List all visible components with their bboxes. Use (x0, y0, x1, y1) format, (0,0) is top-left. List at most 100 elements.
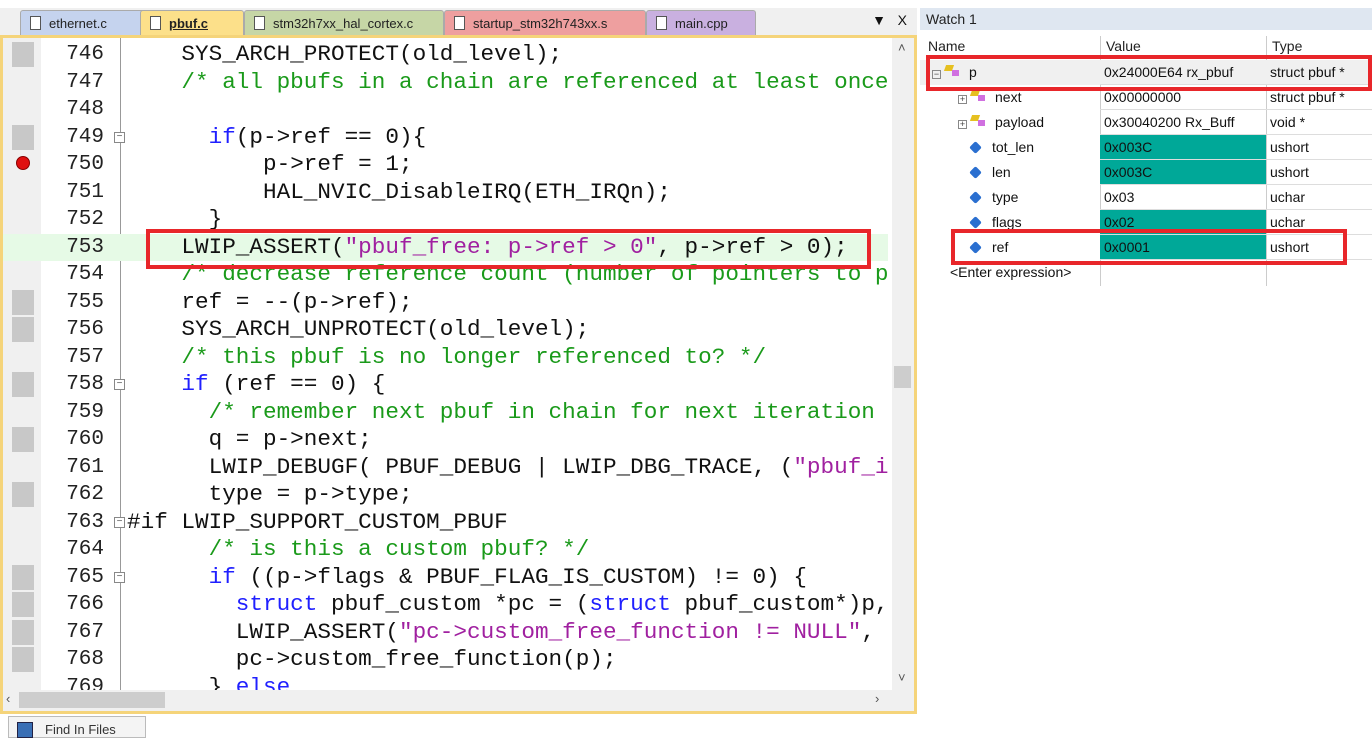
code-line[interactable]: 761 LWIP_DEBUGF( PBUF_DEBUG | LWIP_DBG_T… (3, 454, 888, 482)
line-number: 756 (66, 318, 104, 341)
code-text: /* remember next pbuf in chain for next … (127, 399, 875, 427)
watch-row-len[interactable]: len 0x003C ushort (920, 160, 1372, 185)
tab-ethernet-c[interactable]: ethernet.c (20, 10, 148, 35)
tab-stm32h7xx-hal-cortex-c[interactable]: stm32h7xx_hal_cortex.c (244, 10, 444, 35)
code-token: (ref == 0) { (208, 372, 386, 397)
watch-panel: Watch 1 Name Value Type − p 0x24000E64 rx_… (920, 8, 1372, 736)
keyword: if (208, 124, 236, 150)
tab-label: ethernet.c (49, 16, 107, 31)
watch-row-type[interactable]: type 0x03 uchar (920, 185, 1372, 210)
code-text: HAL_NVIC_DisableIRQ(ETH_IRQn); (127, 179, 671, 207)
find-in-files-tab[interactable]: Find In Files (8, 716, 146, 738)
line-number: 753 (66, 235, 104, 259)
watch-value[interactable]: 0x003C (1100, 160, 1266, 185)
code-token: ((p->flags & PBUF_FLAG_IS_CUSTOM) != 0) … (235, 564, 807, 590)
code-token: LWIP_ASSERT( (235, 619, 399, 645)
column-header-value[interactable]: Value (1106, 38, 1141, 54)
column-header-type[interactable]: Type (1272, 38, 1302, 54)
code-text: /* all pbufs in a chain are referenced a… (127, 69, 888, 97)
line-number: 746 (66, 43, 104, 66)
code-line[interactable]: 746 SYS_ARCH_PROTECT(old_level); (3, 41, 888, 69)
code-line[interactable]: 764 /* is this a custom pbuf? */ (3, 536, 888, 564)
code-text: type = p->type; (127, 481, 413, 509)
fold-toggle-icon[interactable]: − (114, 379, 125, 390)
code-line[interactable]: 757 /* this pbuf is no longer referenced… (3, 344, 888, 372)
code-line[interactable]: 758− if (ref == 0) { (3, 371, 888, 399)
code-text: } else (127, 674, 291, 691)
scroll-up-icon[interactable]: ˄ (898, 40, 906, 55)
fold-toggle-icon[interactable]: − (114, 516, 125, 528)
scroll-down-icon[interactable]: ˅ (898, 670, 906, 685)
code-text: pc->custom_free_function(p); (127, 646, 617, 674)
code-token: (p->ref == 0){ (235, 124, 427, 150)
code-editor[interactable]: 746 SYS_ARCH_PROTECT(old_level); 747 /* a… (0, 35, 917, 714)
column-header-name[interactable]: Name (928, 38, 965, 54)
code-line[interactable]: 765− if ((p->flags & PBUF_FLAG_IS_CUSTOM… (3, 564, 888, 592)
watch-type: ushort (1266, 160, 1372, 185)
expand-icon[interactable]: + (958, 95, 967, 104)
line-number: 768 (66, 648, 104, 671)
watch-type: uchar (1266, 185, 1372, 210)
fold-toggle-icon[interactable]: − (114, 571, 125, 583)
close-icon[interactable]: X (898, 12, 907, 28)
horizontal-scroll-thumb[interactable] (19, 692, 165, 708)
code-line[interactable]: 756 SYS_ARCH_UNPROTECT(old_level); (3, 316, 888, 344)
keyword: if (208, 564, 236, 590)
scroll-right-icon[interactable]: › (875, 691, 879, 706)
code-line[interactable]: 755 ref = --(p->ref); (3, 289, 888, 317)
expand-icon[interactable]: + (958, 120, 967, 129)
watch-row-payload[interactable]: + payload 0x30040200 Rx_Buff void * (920, 110, 1372, 135)
code-line[interactable]: 748 (3, 96, 888, 124)
code-line[interactable]: 763− #if LWIP_SUPPORT_CUSTOM_PBUF (3, 509, 888, 537)
watch-value[interactable]: 0x03 (1100, 185, 1266, 210)
code-token: type = p->type; (208, 482, 413, 507)
code-token: #if LWIP_SUPPORT_CUSTOM_PBUF (127, 509, 508, 535)
highlight-box-assert (146, 229, 871, 269)
comment: /* remember next pbuf in chain for next … (208, 399, 875, 425)
tab-list-dropdown-icon[interactable]: ▼ (872, 12, 886, 28)
code-line[interactable]: 749− if(p->ref == 0){ (3, 124, 888, 152)
code-line[interactable]: 760 q = p->next; (3, 426, 888, 454)
code-text: if ((p->flags & PBUF_FLAG_IS_CUSTOM) != … (127, 564, 807, 592)
tab-controls: ▼ X (872, 12, 907, 28)
vertical-scroll-thumb[interactable] (894, 366, 911, 388)
tab-pbuf-c[interactable]: pbuf.c (140, 10, 244, 35)
code-text: #if LWIP_SUPPORT_CUSTOM_PBUF (127, 509, 508, 537)
tab-label: stm32h7xx_hal_cortex.c (273, 16, 414, 31)
comment: /* this pbuf is no longer referenced to?… (181, 344, 767, 370)
code-text: struct pbuf_custom *pc = (struct pbuf_cu… (127, 591, 888, 619)
code-line[interactable]: 769 } else (3, 674, 888, 691)
code-token: } (208, 674, 236, 691)
horizontal-scrollbar[interactable]: ‹ › (3, 690, 914, 711)
tab-startup-stm32h743xx-s[interactable]: startup_stm32h743xx.s (444, 10, 646, 35)
keyword: struct (235, 592, 318, 617)
watch-value[interactable]: 0x30040200 Rx_Buff (1100, 110, 1266, 135)
file-icon (30, 16, 41, 30)
watch-title: Watch 1 (920, 8, 1372, 30)
file-icon (254, 16, 265, 30)
watch-name-cell: type (958, 185, 1018, 210)
field-icon (969, 141, 982, 154)
code-line[interactable]: 747 /* all pbufs in a chain are referenc… (3, 69, 888, 97)
line-number: 752 (66, 208, 104, 231)
watch-row-tot-len[interactable]: tot_len 0x003C ushort (920, 135, 1372, 160)
code-line[interactable]: 750 p->ref = 1; (3, 151, 888, 179)
tab-main-cpp[interactable]: main.cpp (646, 10, 756, 35)
code-line[interactable]: 768 pc->custom_free_function(p); (3, 646, 888, 674)
code-line[interactable]: 767 LWIP_ASSERT("pc->custom_free_functio… (3, 619, 888, 647)
code-line[interactable]: 766 struct pbuf_custom *pc = (struct pbu… (3, 591, 888, 619)
code-line[interactable]: 762 type = p->type; (3, 481, 888, 509)
line-number: 750 (66, 153, 104, 176)
watch-value[interactable]: 0x003C (1100, 135, 1266, 160)
code-line[interactable]: 751 HAL_NVIC_DisableIRQ(ETH_IRQn); (3, 179, 888, 207)
code-text: if(p->ref == 0){ (127, 124, 427, 152)
code-line[interactable]: 759 /* remember next pbuf in chain for n… (3, 399, 888, 427)
code-text: p->ref = 1; (127, 151, 413, 179)
struct-icon (971, 90, 985, 102)
fold-toggle-icon[interactable]: − (114, 131, 125, 143)
code-token: HAL_NVIC_DisableIRQ(ETH_IRQn); (262, 179, 671, 205)
scroll-left-icon[interactable]: ‹ (6, 691, 10, 706)
vertical-scrollbar[interactable]: ˄ ˅ (892, 38, 914, 690)
code-lines[interactable]: 746 SYS_ARCH_PROTECT(old_level); 747 /* a… (3, 41, 888, 690)
line-number: 763 (66, 510, 104, 534)
